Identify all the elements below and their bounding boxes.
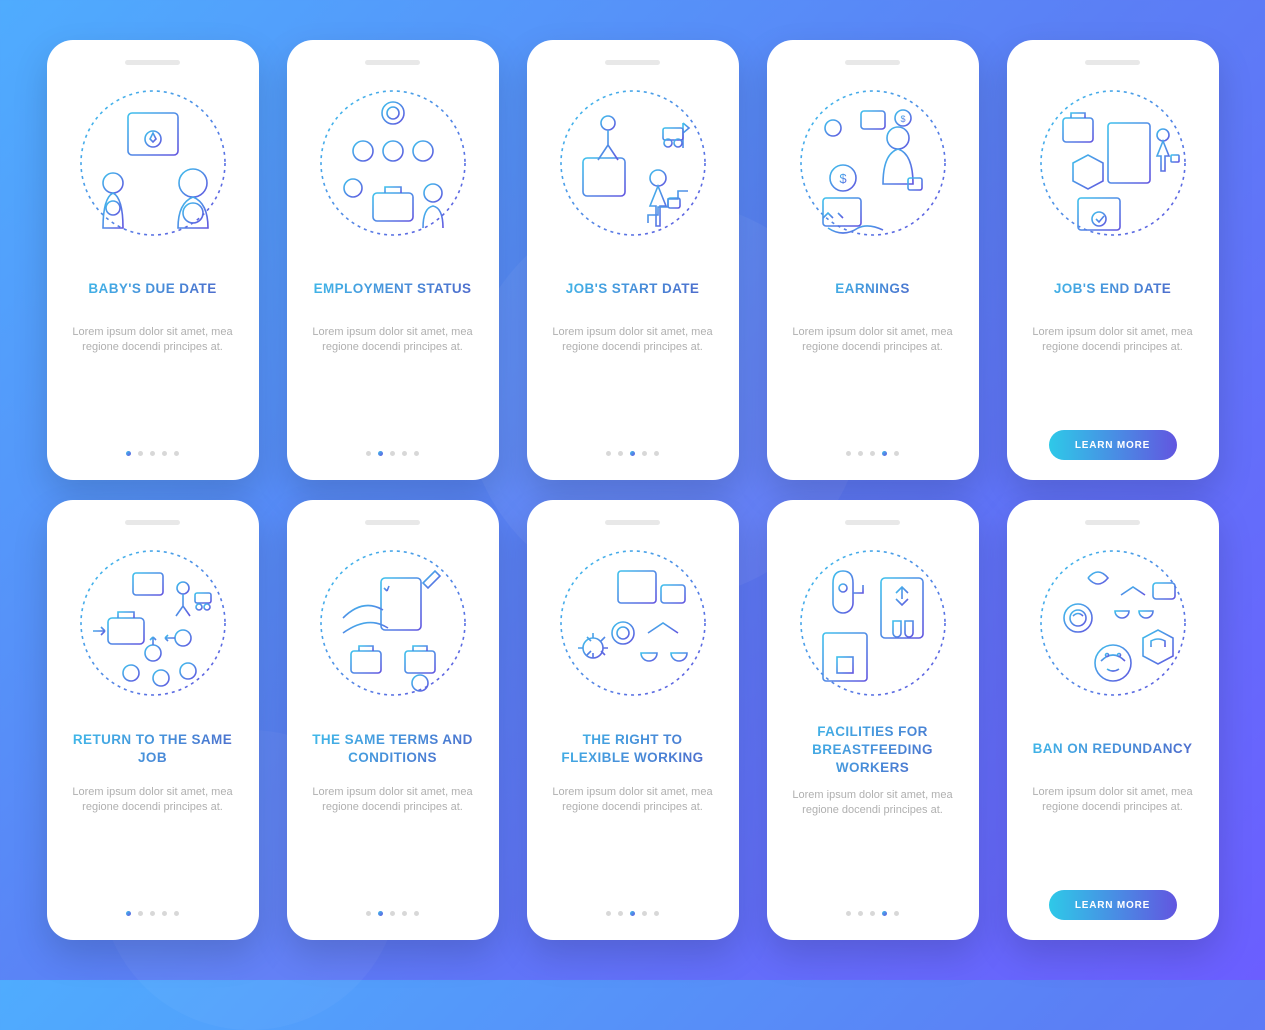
screen-body: Lorem ipsum dolor sit amet, mea regione … <box>783 788 963 819</box>
row-2: RETURN TO THE SAME JOB Lorem ipsum dolor… <box>47 500 1219 940</box>
notch <box>605 60 660 65</box>
screen-title: FACILITIES FOR BREASTFEEDING WORKERS <box>783 723 963 778</box>
screen-flexible-working: THE RIGHT TO FLEXIBLE WORKING Lorem ipsu… <box>527 500 739 940</box>
notch <box>125 60 180 65</box>
page-dots[interactable] <box>366 451 419 456</box>
screen-body: Lorem ipsum dolor sit amet, mea regione … <box>543 785 723 816</box>
notch <box>125 520 180 525</box>
illustration-ban-icon <box>1033 543 1193 703</box>
screen-earnings: $$ EARNINGS Lorem ipsum dolor sit amet, … <box>767 40 979 480</box>
illustration-terms-icon <box>313 543 473 703</box>
screen-return-same-job: RETURN TO THE SAME JOB Lorem ipsum dolor… <box>47 500 259 940</box>
screen-body: Lorem ipsum dolor sit amet, mea regione … <box>783 325 963 356</box>
learn-more-button[interactable]: LEARN MORE <box>1049 890 1177 920</box>
illustration-end-date-icon <box>1033 83 1193 243</box>
screen-title: BAN ON REDUNDANCY <box>1029 723 1197 775</box>
notch <box>1085 60 1140 65</box>
illustration-flexible-icon <box>553 543 713 703</box>
screen-baby-due-date: BABY'S DUE DATE Lorem ipsum dolor sit am… <box>47 40 259 480</box>
screen-title: RETURN TO THE SAME JOB <box>63 723 243 775</box>
notch <box>1085 520 1140 525</box>
screen-body: Lorem ipsum dolor sit amet, mea regione … <box>543 325 723 356</box>
illustration-start-date-icon <box>553 83 713 243</box>
notch <box>605 520 660 525</box>
screen-body: Lorem ipsum dolor sit amet, mea regione … <box>1023 325 1203 356</box>
screen-body: Lorem ipsum dolor sit amet, mea regione … <box>1023 785 1203 816</box>
screen-body: Lorem ipsum dolor sit amet, mea regione … <box>63 325 243 356</box>
svg-text:$: $ <box>900 114 905 124</box>
screen-title: THE SAME TERMS AND CONDITIONS <box>303 723 483 775</box>
page-dots[interactable] <box>126 911 179 916</box>
page-dots[interactable] <box>846 911 899 916</box>
screen-title: EARNINGS <box>831 263 913 315</box>
screen-body: Lorem ipsum dolor sit amet, mea regione … <box>63 785 243 816</box>
screen-same-terms: THE SAME TERMS AND CONDITIONS Lorem ipsu… <box>287 500 499 940</box>
page-dots[interactable] <box>606 911 659 916</box>
svg-text:$: $ <box>839 171 847 186</box>
page-dots[interactable] <box>846 451 899 456</box>
screen-title: JOB'S END DATE <box>1050 263 1175 315</box>
screen-breastfeeding-facilities: FACILITIES FOR BREASTFEEDING WORKERS Lor… <box>767 500 979 940</box>
screen-body: Lorem ipsum dolor sit amet, mea regione … <box>303 325 483 356</box>
illustration-facilities-icon <box>793 543 953 703</box>
notch <box>845 60 900 65</box>
notch <box>365 520 420 525</box>
screen-title: BABY'S DUE DATE <box>84 263 220 315</box>
illustration-earnings-icon: $$ <box>793 83 953 243</box>
screen-job-end-date: JOB'S END DATE Lorem ipsum dolor sit ame… <box>1007 40 1219 480</box>
page-dots[interactable] <box>126 451 179 456</box>
notch <box>365 60 420 65</box>
page-dots[interactable] <box>366 911 419 916</box>
learn-more-button[interactable]: LEARN MORE <box>1049 430 1177 460</box>
screen-employment-status: EMPLOYMENT STATUS Lorem ipsum dolor sit … <box>287 40 499 480</box>
illustration-employment-icon <box>313 83 473 243</box>
notch <box>845 520 900 525</box>
screen-title: JOB'S START DATE <box>562 263 704 315</box>
illustration-baby-due-icon <box>73 83 233 243</box>
row-1: BABY'S DUE DATE Lorem ipsum dolor sit am… <box>47 40 1219 480</box>
screen-title: THE RIGHT TO FLEXIBLE WORKING <box>543 723 723 775</box>
screen-title: EMPLOYMENT STATUS <box>310 263 476 315</box>
screen-job-start-date: JOB'S START DATE Lorem ipsum dolor sit a… <box>527 40 739 480</box>
page-dots[interactable] <box>606 451 659 456</box>
screen-body: Lorem ipsum dolor sit amet, mea regione … <box>303 785 483 816</box>
illustration-return-job-icon <box>73 543 233 703</box>
screen-ban-redundancy: BAN ON REDUNDANCY Lorem ipsum dolor sit … <box>1007 500 1219 940</box>
